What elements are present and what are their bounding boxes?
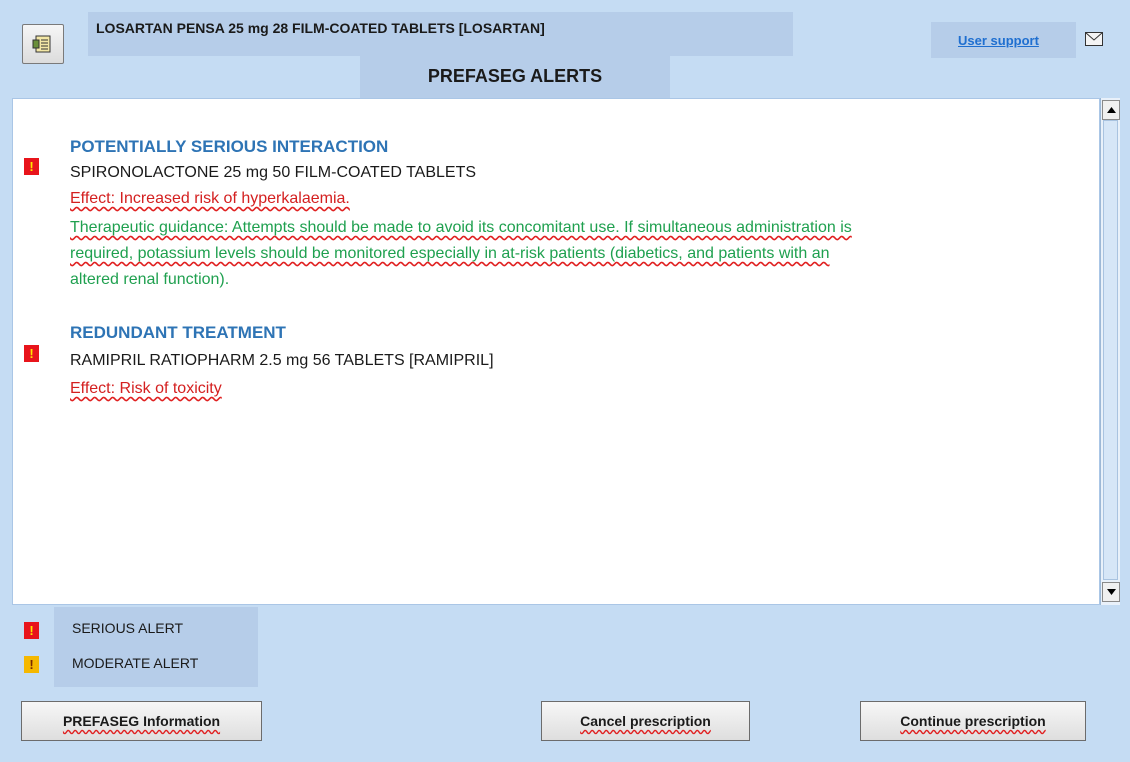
serious-alert-icon: !	[24, 622, 39, 639]
drug-title: LOSARTAN PENSA 25 mg 28 FILM-COATED TABL…	[96, 20, 545, 36]
guidance-line: altered renal function).	[70, 271, 230, 288]
legend-serious-label: SERIOUS ALERT	[72, 620, 184, 636]
serious-alert-icon: !	[24, 158, 39, 175]
legend-band	[54, 607, 258, 687]
button-label: PREFASEG Information	[62, 713, 221, 729]
alert-effect: Effect: Risk of toxicity	[70, 380, 222, 397]
alert-effect: Effect: Increased risk of hyperkalaemia.	[70, 190, 350, 207]
user-support-link[interactable]: User support	[958, 33, 1039, 48]
button-label: Continue prescription	[900, 713, 1046, 729]
app-menu-button[interactable]	[22, 24, 64, 64]
moderate-alert-icon: !	[24, 656, 39, 673]
continue-prescription-button[interactable]: Continue prescription	[860, 701, 1086, 741]
alert-title: POTENTIALLY SERIOUS INTERACTION	[70, 137, 389, 156]
serious-alert-icon: !	[24, 345, 39, 362]
envelope-icon[interactable]	[1085, 32, 1103, 46]
cancel-prescription-button[interactable]: Cancel prescription	[541, 701, 750, 741]
page-title: PREFASEG ALERTS	[427, 66, 603, 86]
legend-moderate-label: MODERATE ALERT	[72, 655, 199, 671]
guidance-line: required, potassium levels should be mon…	[70, 245, 830, 262]
guidance-line: Therapeutic guidance: Attempts should be…	[70, 219, 852, 236]
arrow-down-icon	[1106, 589, 1116, 595]
alert-drug: SPIRONOLACTONE 25 mg 50 FILM-COATED TABL…	[70, 164, 477, 181]
alert-title: REDUNDANT TREATMENT	[70, 323, 286, 342]
scroll-up-button[interactable]	[1102, 100, 1120, 120]
document-icon	[32, 35, 51, 53]
scroll-down-button[interactable]	[1102, 582, 1120, 602]
button-label: Cancel prescription	[580, 713, 711, 729]
alert-guidance: Therapeutic guidance: Attempts should be…	[70, 215, 852, 293]
scroll-thumb[interactable]	[1103, 120, 1118, 580]
arrow-up-icon	[1106, 107, 1116, 113]
prefaseg-information-button[interactable]: PREFASEG Information	[21, 701, 262, 741]
alert-drug: RAMIPRIL RATIOPHARM 2.5 mg 56 TABLETS [R…	[70, 352, 494, 369]
vertical-scrollbar[interactable]	[1100, 98, 1120, 605]
